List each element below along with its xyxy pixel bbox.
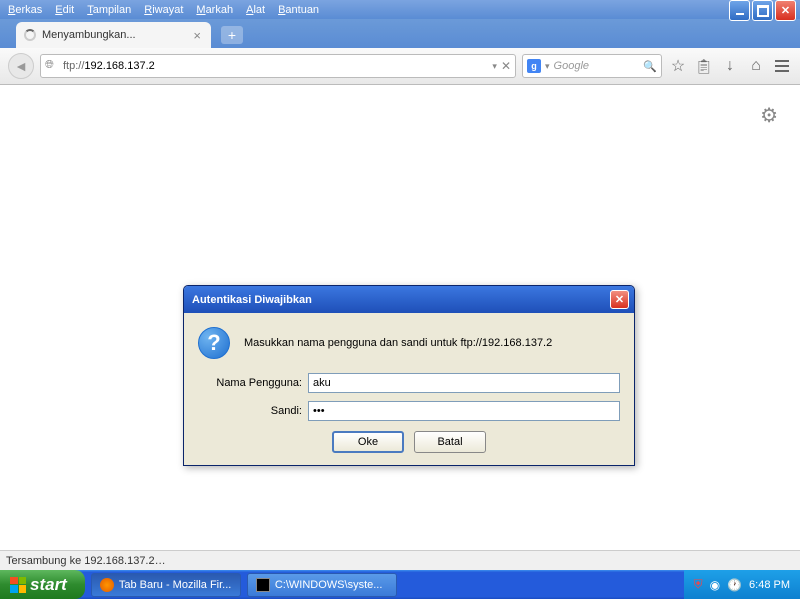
dialog-body: ? Masukkan nama pengguna dan sandi untuk… <box>184 313 634 465</box>
taskbar-clock[interactable]: 6:48 PM <box>749 579 790 591</box>
ok-button[interactable]: Oke <box>332 431 404 453</box>
cancel-button[interactable]: Batal <box>414 431 486 453</box>
username-label: Nama Pengguna: <box>198 377 308 389</box>
username-input[interactable] <box>308 373 620 393</box>
status-text: Tersambung ke 192.168.137.2… <box>6 555 166 567</box>
taskbar-item-firefox[interactable]: Tab Baru - Mozilla Fir... <box>91 573 241 597</box>
back-button[interactable]: ◄ <box>8 53 34 79</box>
globe-icon: 🌐︎ <box>45 59 59 73</box>
dialog-close-button[interactable]: ✕ <box>610 290 629 309</box>
downloads-icon[interactable]: ↓ <box>720 56 740 76</box>
bookmark-star-icon[interactable]: ☆ <box>668 56 688 76</box>
password-label: Sandi: <box>198 405 308 417</box>
menu-alat[interactable]: Alat <box>246 4 265 16</box>
dialog-message: Masukkan nama pengguna dan sandi untuk f… <box>244 337 620 349</box>
menu-markah[interactable]: Markah <box>196 4 233 16</box>
menu-tampilan[interactable]: Tampilan <box>87 4 131 16</box>
minimize-button[interactable] <box>729 0 750 21</box>
search-go-icon[interactable]: 🔍 <box>643 60 657 73</box>
cmd-icon <box>256 578 270 592</box>
browser-toolbar: ◄ 🌐︎ ftp://192.168.137.2 ▾ ✕ g ▾ Google … <box>0 48 800 85</box>
loading-spinner-icon <box>24 29 36 41</box>
menu-riwayat[interactable]: Riwayat <box>144 4 183 16</box>
taskbar: start Tab Baru - Mozilla Fir... C:\WINDO… <box>0 570 800 599</box>
taskbar-item-cmd[interactable]: C:\WINDOWS\syste... <box>247 573 397 597</box>
tray-network-icon[interactable]: ◉ <box>710 578 720 592</box>
tab-strip: Menyambungkan... × + <box>0 19 800 48</box>
menu-edit[interactable]: Edit <box>55 4 74 16</box>
tray-volume-icon[interactable]: 🕐 <box>727 578 742 592</box>
maximize-button[interactable] <box>752 0 773 21</box>
search-bar[interactable]: g ▾ Google 🔍 <box>522 54 662 78</box>
system-tray: ⛨ ◉ 🕐 6:48 PM <box>684 570 800 599</box>
windows-logo-icon <box>10 577 26 593</box>
window-controls <box>729 0 796 21</box>
menu-bantuan[interactable]: Bantuan <box>278 4 319 16</box>
page-content: ⚙ Autentikasi Diwajibkan ✕ ? Masukkan na… <box>0 85 800 565</box>
firefox-icon <box>100 578 114 592</box>
dialog-titlebar[interactable]: Autentikasi Diwajibkan ✕ <box>184 286 634 313</box>
url-dropdown-icon[interactable]: ▾ <box>492 61 497 72</box>
tray-shield-icon[interactable]: ⛨ <box>694 577 703 592</box>
auth-dialog: Autentikasi Diwajibkan ✕ ? Masukkan nama… <box>183 285 635 466</box>
dialog-overlay: Autentikasi Diwajibkan ✕ ? Masukkan nama… <box>0 85 800 565</box>
password-input[interactable] <box>308 401 620 421</box>
tab-title: Menyambungkan... <box>42 29 185 41</box>
tab-close-button[interactable]: × <box>191 28 203 43</box>
clipboard-icon[interactable]: 📋︎ <box>694 56 714 76</box>
menu-bar: Berkas Edit Tampilan Riwayat Markah Alat… <box>0 0 800 19</box>
start-button[interactable]: start <box>0 570 85 599</box>
window-close-button[interactable] <box>775 0 796 21</box>
url-bar[interactable]: 🌐︎ ftp://192.168.137.2 ▾ ✕ <box>40 54 516 78</box>
menu-berkas[interactable]: Berkas <box>8 4 42 16</box>
search-placeholder: Google <box>554 60 640 72</box>
status-bar: Tersambung ke 192.168.137.2… <box>0 550 800 570</box>
question-icon: ? <box>198 327 230 359</box>
stop-button[interactable]: ✕ <box>501 59 511 73</box>
search-engine-dropdown-icon[interactable]: ▾ <box>545 61 550 72</box>
google-icon: g <box>527 59 541 73</box>
menu-hamburger-icon[interactable] <box>772 60 792 72</box>
home-icon[interactable]: ⌂ <box>746 56 766 76</box>
dialog-title: Autentikasi Diwajibkan <box>189 294 610 306</box>
browser-tab[interactable]: Menyambungkan... × <box>16 22 211 48</box>
url-text: ftp://192.168.137.2 <box>63 60 488 72</box>
new-tab-button[interactable]: + <box>221 26 243 44</box>
